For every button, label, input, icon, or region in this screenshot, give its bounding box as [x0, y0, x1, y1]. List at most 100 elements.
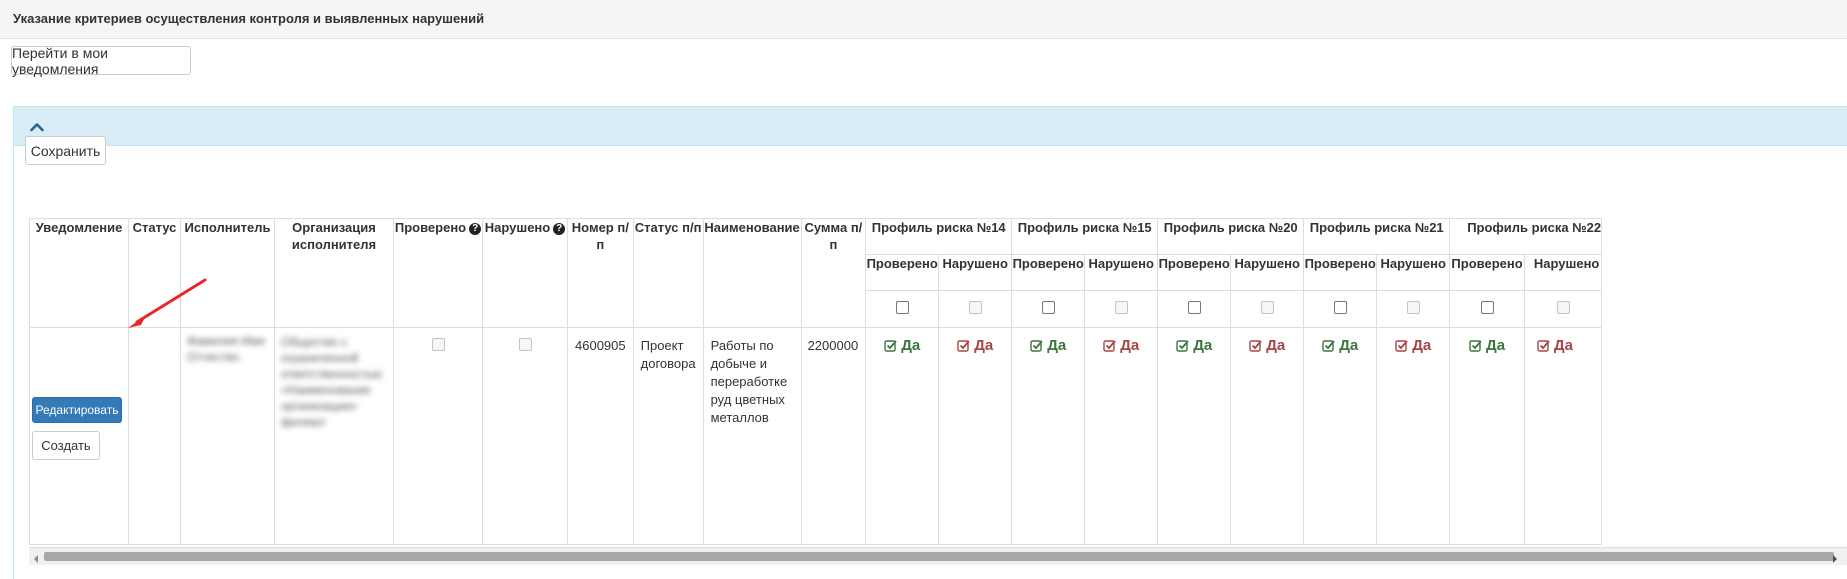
violated-cell	[482, 327, 568, 545]
select-all-violated-cell	[1084, 290, 1159, 328]
yes-badge[interactable]: Да	[1013, 329, 1084, 354]
table-row: Редактировать Создать Фамилия Имя Отчест…	[29, 327, 1603, 545]
col-sum: Сумма п/п	[800, 218, 867, 328]
risk-checked-cell: Да	[865, 327, 940, 545]
select-all-violated-cell	[1230, 290, 1305, 328]
page-header: Указание критериев осуществления контрол…	[0, 0, 1847, 39]
panel-heading[interactable]	[14, 107, 1847, 146]
sum-cell: 2200000	[800, 327, 867, 545]
risk-violated-header: Нарушено	[938, 254, 1013, 291]
risk-checked-header: Проверено	[865, 254, 940, 291]
org-blurred: Общество с ограниченной ответственностью…	[281, 335, 382, 429]
check-square-icon	[1469, 340, 1482, 352]
chevron-up-icon[interactable]	[30, 119, 44, 135]
col-violated-label: Нарушено	[484, 220, 551, 235]
yes-badge[interactable]: Да	[1159, 329, 1230, 354]
horizontal-scrollbar[interactable]	[29, 547, 1847, 565]
risk-checked-header: Проверено	[1449, 254, 1525, 291]
yes-badge[interactable]: Да	[867, 329, 938, 354]
yes-badge[interactable]: Да	[1232, 329, 1303, 354]
select-all-checked-cell	[1157, 290, 1232, 328]
save-button[interactable]: Сохранить	[25, 136, 106, 165]
check-square-icon	[884, 340, 897, 352]
check-square-icon	[957, 340, 970, 352]
scroll-left-icon[interactable]	[32, 551, 40, 567]
select-all-checked-checkbox[interactable]	[1480, 301, 1494, 314]
select-all-violated-cell	[1376, 290, 1451, 328]
executor-org-cell: Общество с ограниченной ответственностью…	[274, 327, 394, 545]
check-square-icon	[1176, 340, 1189, 352]
risk-violated-header: Нарушено	[1376, 254, 1451, 291]
col-notification: Уведомление	[29, 218, 129, 328]
risk-profile-header: Профиль риска №21	[1303, 218, 1451, 255]
check-square-icon	[1537, 340, 1550, 352]
risk-profile-header: Профиль риска №14	[865, 218, 1013, 255]
select-all-violated-checkbox	[1260, 301, 1274, 314]
col-status-pp: Статус п/п	[632, 218, 704, 328]
select-all-checked-cell	[1011, 290, 1086, 328]
yes-label: Да	[1553, 337, 1573, 354]
page-title: Указание критериев осуществления контрол…	[13, 11, 485, 26]
col-number: Номер п/п	[567, 218, 634, 328]
check-square-icon	[1395, 340, 1408, 352]
scroll-right-icon[interactable]	[1831, 551, 1839, 567]
check-square-icon	[1249, 340, 1262, 352]
col-name: Наименование	[702, 218, 802, 328]
select-all-violated-checkbox	[1406, 301, 1420, 314]
risk-checked-cell: Да	[1303, 327, 1378, 545]
risk-profile-header: Профиль риска №15	[1011, 218, 1159, 255]
row-violated-checkbox	[518, 338, 532, 351]
create-button[interactable]: Создать	[32, 431, 100, 460]
select-all-violated-checkbox	[1556, 301, 1570, 314]
row-checked-checkbox	[431, 338, 445, 351]
name-value: Работы по добыче и переработке руд цветн…	[710, 338, 788, 425]
risk-violated-header: Нарушено	[1230, 254, 1305, 291]
go-to-notifications-button[interactable]: Перейти в мои уведомления	[11, 45, 191, 77]
risk-violated-cell: Да	[1084, 327, 1159, 545]
select-all-checked-cell	[1303, 290, 1378, 328]
yes-label: Да	[974, 337, 994, 354]
yes-badge[interactable]: Да	[1525, 329, 1600, 354]
notification-cell: Редактировать Создать	[29, 327, 129, 545]
risk-profile-header: Профиль риска №20	[1157, 218, 1305, 255]
risk-checked-header: Проверено	[1157, 254, 1232, 291]
select-all-violated-checkbox	[968, 301, 982, 314]
select-all-violated-checkbox	[1114, 301, 1128, 314]
yes-label: Да	[1120, 337, 1140, 354]
col-executor-org: Организация исполнителя	[274, 218, 394, 328]
yes-label: Да	[1193, 337, 1213, 354]
col-checked: Проверено?	[393, 218, 483, 328]
select-all-checked-checkbox[interactable]	[1333, 301, 1347, 314]
yes-label: Да	[901, 337, 921, 354]
select-all-checked-checkbox[interactable]	[895, 301, 909, 314]
yes-badge[interactable]: Да	[1305, 329, 1376, 354]
yes-label: Да	[1486, 337, 1506, 354]
annotation-arrow	[128, 278, 207, 328]
risk-violated-header: Нарушено	[1523, 254, 1603, 291]
yes-label: Да	[1266, 337, 1286, 354]
col-checked-label: Проверено	[394, 220, 467, 235]
question-circle-icon[interactable]: ?	[469, 223, 482, 235]
select-all-checked-cell	[865, 290, 940, 328]
select-all-violated-cell	[1523, 290, 1603, 328]
yes-badge[interactable]: Да	[1086, 329, 1157, 354]
risk-checked-header: Проверено	[1303, 254, 1378, 291]
yes-badge[interactable]: Да	[1378, 329, 1449, 354]
yes-label: Да	[1047, 337, 1067, 354]
select-all-checked-checkbox[interactable]	[1187, 301, 1201, 314]
risk-violated-cell: Да	[1523, 327, 1603, 545]
yes-badge[interactable]: Да	[940, 329, 1011, 354]
name-cell: Работы по добыче и переработке руд цветн…	[702, 327, 802, 545]
risk-checked-cell: Да	[1157, 327, 1232, 545]
check-square-icon	[1030, 340, 1043, 352]
yes-label: Да	[1339, 337, 1359, 354]
select-all-checked-checkbox[interactable]	[1041, 301, 1055, 314]
risk-violated-cell: Да	[938, 327, 1013, 545]
scrollbar-thumb[interactable]	[44, 552, 1834, 561]
yes-badge[interactable]: Да	[1451, 329, 1524, 354]
edit-button[interactable]: Редактировать	[32, 397, 122, 423]
criteria-table: Уведомление Статус Исполнитель Организац…	[29, 218, 1603, 545]
status-pp-value: Проект договора	[640, 338, 696, 371]
risk-checked-cell: Да	[1011, 327, 1086, 545]
question-circle-icon[interactable]: ?	[553, 223, 566, 235]
